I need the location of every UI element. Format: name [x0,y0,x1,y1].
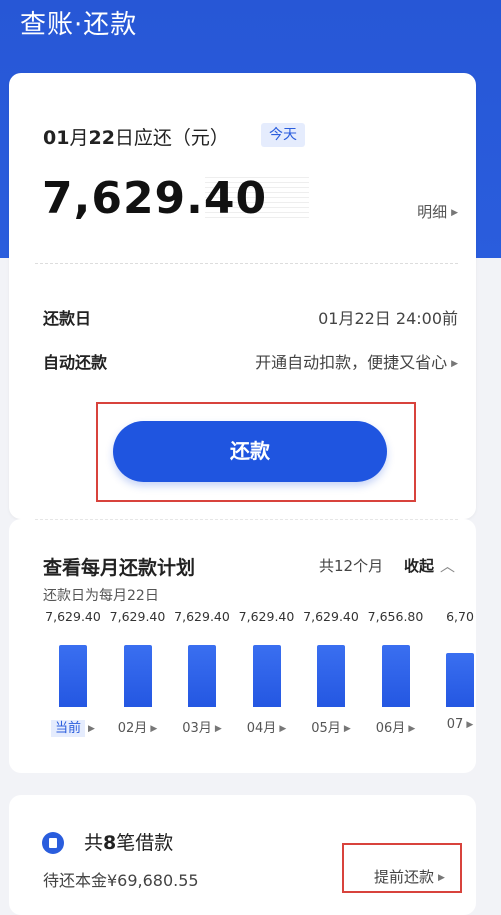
month-label: 04月 ▶ [235,717,299,736]
chevron-right-icon: ▶ [451,207,458,218]
bar [381,645,410,707]
chevron-right-icon: ▶ [451,358,458,369]
monthly-plan-chart: 7,629.40 当前 ▶ 7,629.40 02月 ▶ 7,629.40 03月 ▶ 7,629… [9,609,476,749]
auto-repay-label: 自动还款 [43,353,108,372]
plan-card: 查看每月还款计划 还款日为每月22日 共12个月 收起 ︿ 7,629.40 当前 ▶… [9,519,476,773]
auto-repay-link[interactable]: 开通自动扣款，便捷又省心 ▶ [255,349,458,373]
repay-date-value: 01月22日 24:00前 [318,309,458,328]
due-card: 01月22日应还（元） 今天 7,629.40 明细 ▶ 还款日 01月22日 2… [9,73,476,519]
chart-column[interactable]: 7,629.40 当前 ▶ [41,609,105,739]
chart-column[interactable]: 7,656.80 06月 ▶ [364,609,428,739]
document-icon [42,832,64,854]
bar-value-label: 7,629.40 [238,609,295,624]
chart-column[interactable]: 7,629.40 05月 ▶ [299,609,363,739]
month-label-text: 05月 [311,721,341,736]
bar [59,645,87,707]
chart-column[interactable]: 7,629.40 04月 ▶ [235,609,299,739]
chevron-right-icon: ▶ [408,723,416,734]
month-label: 05月 ▶ [299,717,363,736]
bar [123,645,152,707]
principal-remaining: 待还本金¥69,680.55 [43,871,199,890]
chevron-right-icon: ▶ [466,719,474,730]
page-title: 查账·还款 [20,10,138,40]
month-label: 02月 ▶ [106,717,170,736]
bar [317,645,345,707]
bar-value-label: 7,629.40 [303,609,359,624]
month-label-text: 06月 [375,721,406,736]
plan-month-count: 共12个月 [319,557,384,575]
due-date-label: 01月22日应还（元） [43,127,229,149]
today-badge: 今天 [261,123,305,147]
bar-value-label: 7,656.80 [367,609,424,624]
highlight-frame [342,843,462,893]
bar-value-label: 7,629.40 [174,609,230,624]
detail-link[interactable]: 明细 ▶ [417,201,458,222]
bar [252,645,281,707]
loans-count-title: 共8笔借款 [84,832,174,854]
chevron-right-icon: ▶ [88,723,95,734]
month-label: 07 ▶ [428,717,476,732]
month-label: 03月 ▶ [170,717,234,736]
due-amount: 7,629.40 [42,173,268,224]
divider [35,519,458,520]
bar [188,645,216,707]
divider [35,263,458,264]
chevron-right-icon: ▶ [214,723,222,734]
bar-value-label: 6,70 [446,609,474,624]
bar-value-label: 7,629.40 [45,609,101,624]
month-label: 06月 ▶ [364,717,428,736]
month-label-text: 07 [446,717,464,732]
chevron-up-icon: ︿ [440,557,456,575]
repay-date-label: 还款日 [43,309,92,328]
month-label-text: 03月 [182,721,212,736]
collapse-toggle[interactable]: 收起 ︿ [404,555,455,576]
chart-column[interactable]: 6,70 07 ▶ [428,609,476,739]
bar-value-label: 7,629.40 [109,609,166,624]
month-label: 当前 ▶ [41,717,105,737]
chart-column[interactable]: 7,629.40 03月 ▶ [170,609,234,739]
month-label-text: 02月 [117,721,148,736]
chevron-right-icon: ▶ [150,723,158,734]
repay-button[interactable]: 还款 [113,421,387,482]
chevron-right-icon: ▶ [343,723,351,734]
chart-column[interactable]: 7,629.40 02月 ▶ [106,609,170,739]
plan-title: 查看每月还款计划 [43,557,196,579]
bar [446,653,474,707]
plan-subtitle: 还款日为每月22日 [43,588,159,604]
month-label-text: 当前 [51,720,86,737]
chevron-right-icon: ▶ [279,723,287,734]
month-label-text: 04月 [246,721,277,736]
